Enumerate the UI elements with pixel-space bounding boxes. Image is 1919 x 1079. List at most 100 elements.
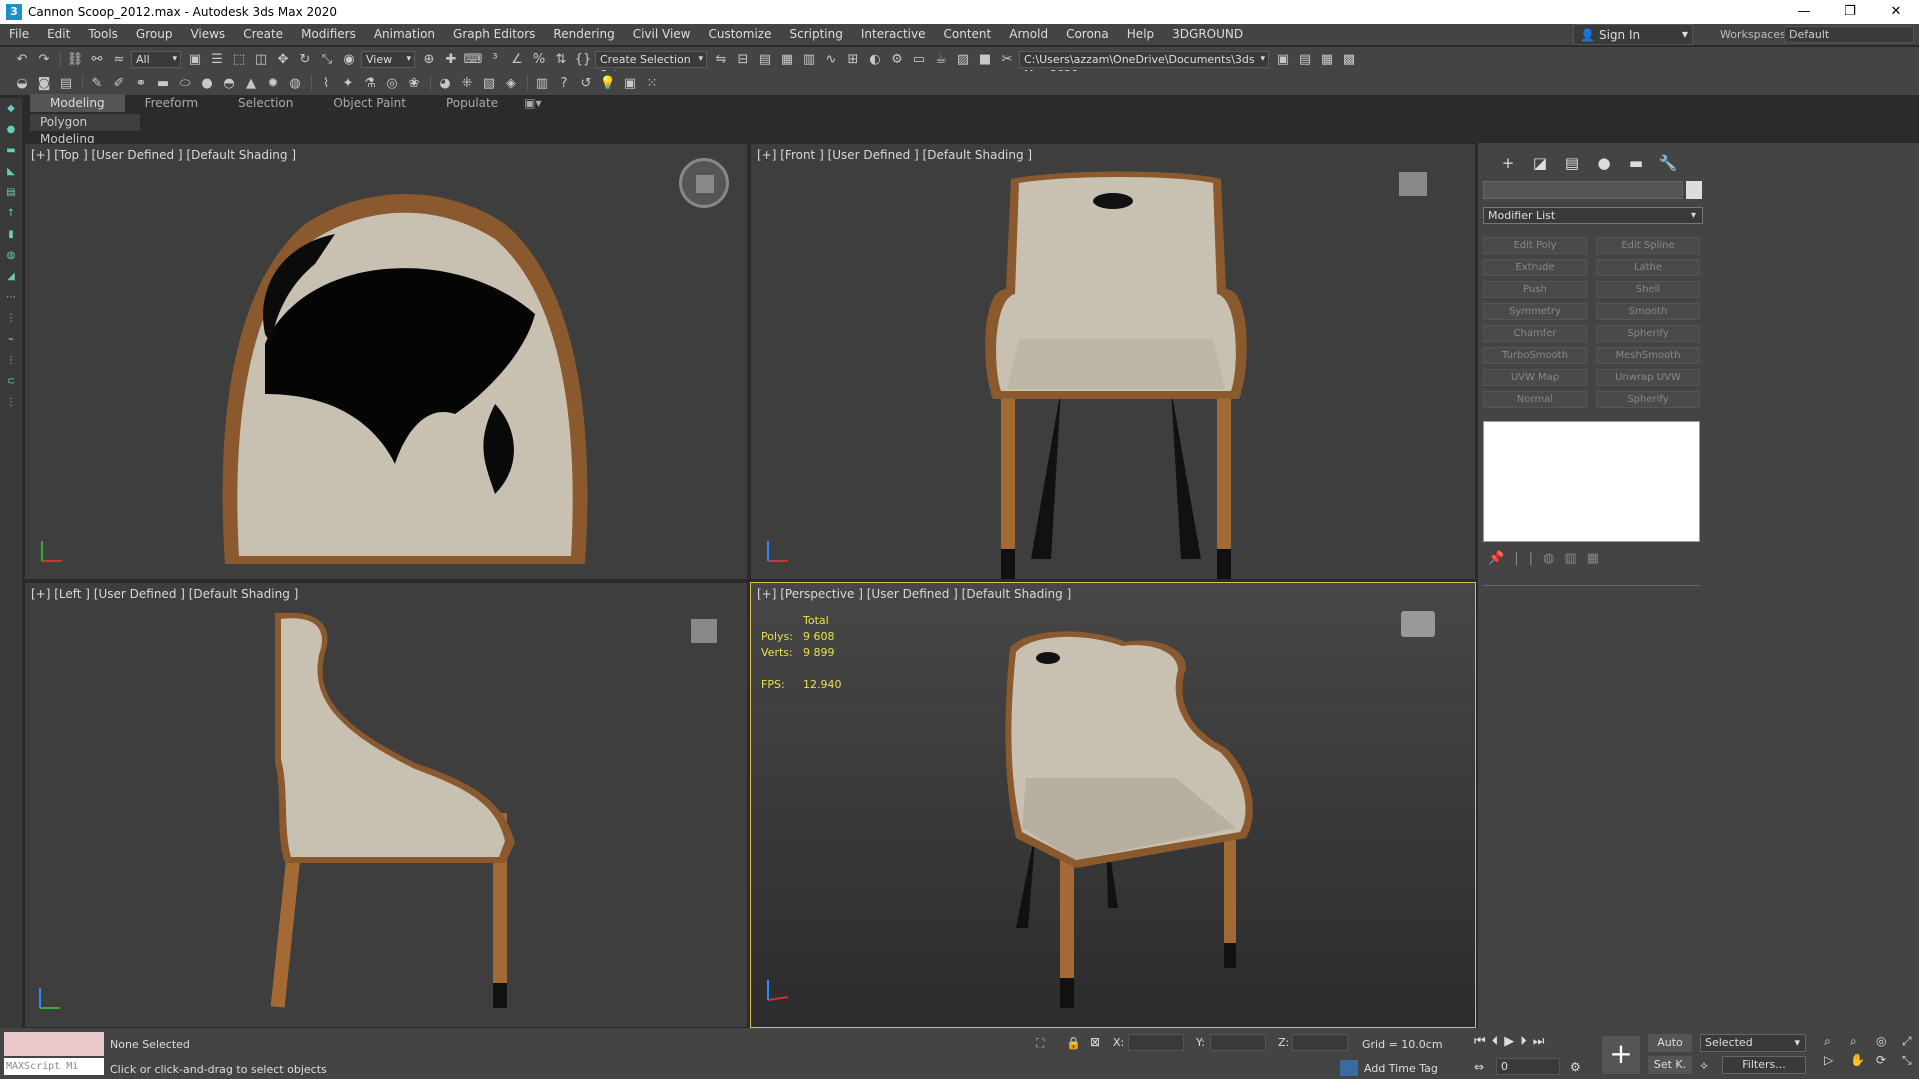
layer-explorer-icon[interactable]: ▦ [777,50,797,68]
fb-icon[interactable]: ▣ [620,74,640,92]
project-folder-icon[interactable]: ▣ [1273,50,1293,68]
menu-modifiers[interactable]: Modifiers [292,24,365,45]
viewport-label[interactable]: [+] [Front ] [User Defined ] [Default Sh… [757,148,1032,162]
cone-icon[interactable]: ▲ [241,74,261,92]
save-project-icon[interactable]: ▦ [1317,50,1337,68]
modifier-list-dropdown[interactable]: Modifier List [1483,207,1703,224]
viewport-top[interactable]: [+] [Top ] [User Defined ] [Default Shad… [24,143,748,580]
sign-in-button[interactable]: 👤 Sign In ▼ [1573,24,1693,45]
play-icon[interactable]: ▶ [1504,1034,1514,1049]
select-by-name-icon[interactable]: ☰ [207,50,227,68]
modifier-button[interactable]: Unwrap UVW [1596,369,1700,386]
polygon-modeling-panel[interactable]: Polygon Modeling [30,114,140,146]
modifier-button[interactable]: Spherify [1596,325,1700,342]
menu-tools[interactable]: Tools [79,24,127,45]
lock-icon[interactable]: 🔒 [1066,1036,1081,1050]
menu-help[interactable]: Help [1118,24,1163,45]
modifier-button[interactable]: Edit Spline [1596,237,1700,254]
render-iterative-icon[interactable]: ▨ [953,50,973,68]
unlink-icon[interactable]: ⚯ [87,50,107,68]
strip-tool-icon[interactable]: ⊂ [0,371,22,392]
strip-tool-icon[interactable]: ⋮ [0,392,22,413]
previous-frame-icon[interactable]: ⏴ [1492,1034,1499,1049]
refresh-icon[interactable]: ↺ [576,74,596,92]
grid-icon[interactable]: ⁜ [457,74,477,92]
strip-tool-icon[interactable]: ◢ [0,266,22,287]
display-tab-icon[interactable]: ▬ [1620,153,1652,173]
utilities-tab-icon[interactable]: 🔧 [1652,153,1684,173]
maxscript-mini-listener[interactable]: MAXScript Mi [4,1058,104,1075]
strip-tool-icon[interactable]: ⋮ [0,350,22,371]
undo-icon[interactable]: ↶ [12,50,32,68]
key-filter-dropdown[interactable]: Selected [1700,1034,1806,1052]
save-icon[interactable]: ▤ [56,74,76,92]
vray-icon[interactable]: ◈ [501,74,521,92]
strip-tool-icon[interactable]: ▬ [0,140,22,161]
create-tab-icon[interactable]: + [1492,153,1524,173]
pin-stack-icon[interactable]: 📌 [1488,551,1504,566]
strip-tool-icon[interactable]: ⌁ [0,329,22,350]
pivot-icon[interactable]: ⊕ [419,50,439,68]
place-icon[interactable]: ◉ [339,50,359,68]
strip-tool-icon[interactable]: ⋮ [0,308,22,329]
select-object-icon[interactable]: ▣ [185,50,205,68]
viewcube-compass[interactable] [679,158,729,208]
material-sphere-icon[interactable]: ◕ [435,74,455,92]
open-folder-icon[interactable]: ▤ [1295,50,1315,68]
isolate-icon[interactable]: ⛶ [1036,1036,1044,1051]
key-filters-button[interactable]: Filters... [1722,1056,1806,1074]
menu-create[interactable]: Create [234,24,292,45]
menu-corona[interactable]: Corona [1057,24,1118,45]
rendered-frame-icon[interactable]: ▭ [909,50,929,68]
menu-scripting[interactable]: Scripting [780,24,851,45]
selection-filter-dropdown[interactable]: All [131,50,181,68]
mirror-icon[interactable]: ⇋ [711,50,731,68]
minimize-icon[interactable]: — [1781,0,1827,24]
scale-icon[interactable]: ⤡ [317,50,337,68]
show-end-result-icon[interactable]: | [1514,551,1518,566]
modifier-button[interactable]: TurboSmooth [1483,347,1587,364]
project-path-dropdown[interactable]: C:\Users\azzam\OneDrive\Documents\3ds Ma… [1019,50,1269,81]
render-icon[interactable]: ☕ [931,50,951,68]
modifier-button[interactable]: MeshSmooth [1596,347,1700,364]
viewport-left[interactable]: [+] [Left ] [User Defined ] [Default Sha… [24,582,748,1028]
link-chain-icon[interactable]: ⚭ [131,74,151,92]
strip-tool-icon[interactable]: ◍ [0,245,22,266]
zoom-extents-all-icon[interactable]: ⤢ [1902,1034,1919,1049]
snap-3d-icon[interactable]: ³ [485,50,505,68]
field-of-view-icon[interactable]: ▷ [1824,1053,1846,1068]
modifier-button[interactable]: Shell [1596,281,1700,298]
keyboard-shortcut-icon[interactable]: ⌨ [463,50,483,68]
menu-civil-view[interactable]: Civil View [624,24,700,45]
tab-modeling[interactable]: Modeling [30,94,125,112]
scene-explorer-icon[interactable]: ▤ [755,50,775,68]
sphere-icon[interactable]: ● [197,74,217,92]
menu-interactive[interactable]: Interactive [852,24,935,45]
modifier-button[interactable]: Edit Poly [1483,237,1587,254]
panel-divider[interactable] [1483,585,1700,586]
pan-icon[interactable]: ✋ [1850,1053,1872,1068]
ribbon-options-icon[interactable]: ▣▾ [518,94,547,112]
z-coordinate-field[interactable] [1292,1034,1348,1051]
menu-animation[interactable]: Animation [365,24,444,45]
go-to-end-icon[interactable]: ⏭ [1533,1034,1545,1049]
viewcube-icon[interactable] [696,175,714,193]
next-frame-icon[interactable]: ⏵ [1520,1034,1527,1049]
link-icon[interactable]: ⛓ [65,50,85,68]
angle-snap-icon[interactable]: ∠ [507,50,527,68]
manipulate-icon[interactable]: ✚ [441,50,461,68]
align-icon[interactable]: ⊟ [733,50,753,68]
set-key-button[interactable]: + [1602,1036,1640,1074]
y-coordinate-field[interactable] [1210,1034,1266,1051]
menu-content[interactable]: Content [935,24,1001,45]
menu-edit[interactable]: Edit [38,24,79,45]
viewcube-icon[interactable] [1401,611,1435,637]
sun-icon[interactable]: ✹ [263,74,283,92]
view-icon[interactable]: ◙ [34,74,54,92]
orbit-icon[interactable]: ⟳ [1876,1053,1898,1068]
absolute-mode-icon[interactable]: ⊠ [1090,1035,1100,1049]
menu-3dground[interactable]: 3DGROUND [1163,24,1252,45]
menu-graph-editors[interactable]: Graph Editors [444,24,544,45]
strip-tool-icon[interactable]: ▤ [0,182,22,203]
object-name-field[interactable] [1483,181,1683,199]
